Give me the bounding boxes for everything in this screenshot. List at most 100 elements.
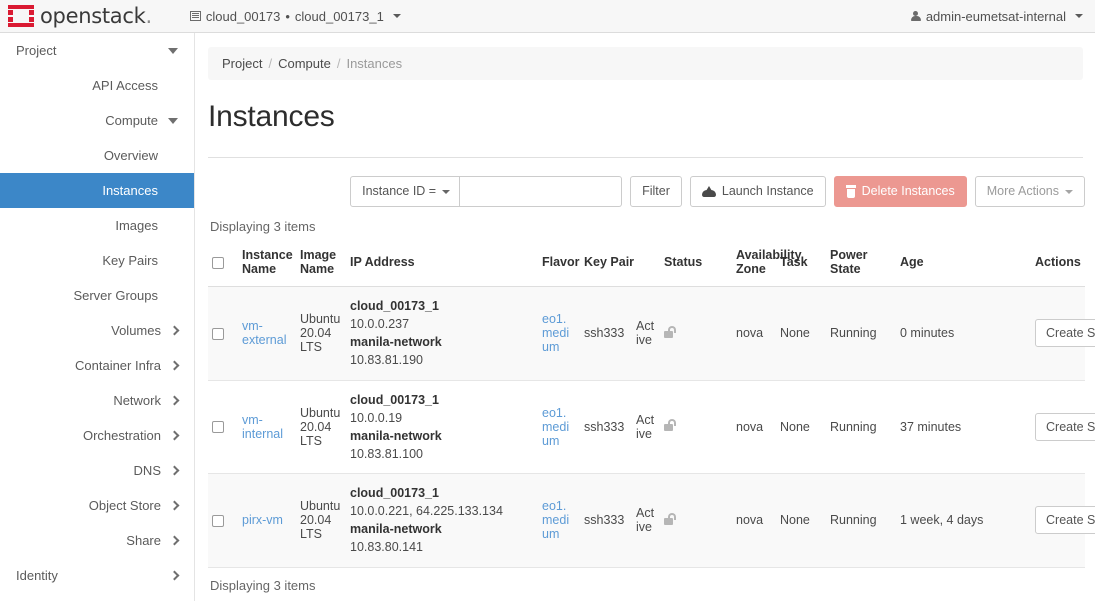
- flavor-link[interactable]: eo1.medium: [542, 312, 569, 354]
- ip-address-1: 10.0.0.19: [350, 410, 403, 425]
- header-ip-address[interactable]: IP Address: [346, 240, 538, 287]
- chevron-down-icon: [168, 47, 178, 54]
- sidebar-item-share[interactable]: Share: [0, 523, 194, 558]
- row-checkbox[interactable]: [212, 421, 224, 434]
- sidebar-item-identity[interactable]: Identity: [0, 558, 194, 593]
- brand-label: openstack: [40, 4, 146, 28]
- cloud-upload-icon: [701, 186, 716, 197]
- select-all-header: [208, 240, 238, 287]
- sidebar-item-images[interactable]: Images: [0, 208, 194, 243]
- action-button-group: Create Snapshot: [1035, 319, 1095, 348]
- item-count-top: Displaying 3 items: [210, 219, 316, 234]
- header-actions: Actions: [1031, 240, 1085, 287]
- row-select-cell: [208, 286, 238, 381]
- instance-name-link[interactable]: pirx-vm: [242, 513, 283, 527]
- ip-network-1: cloud_00173_1: [350, 486, 439, 500]
- filter-button[interactable]: Filter: [630, 176, 682, 207]
- breadcrumb-item-project[interactable]: Project: [222, 56, 262, 71]
- instance-name-link[interactable]: vm-external: [242, 319, 286, 347]
- flavor-link[interactable]: eo1.medium: [542, 406, 569, 448]
- flavor-link[interactable]: eo1.medium: [542, 499, 569, 541]
- sidebar-item-overview[interactable]: Overview: [0, 138, 194, 173]
- project-context-switcher[interactable]: cloud_00173 • cloud_00173_1: [189, 8, 401, 24]
- sidebar-item-network[interactable]: Network: [0, 383, 194, 418]
- user-icon: [910, 10, 921, 23]
- context-project-label: cloud_00173: [205, 8, 281, 24]
- header-age[interactable]: Age: [896, 240, 1031, 287]
- sidebar-item-project[interactable]: Project: [0, 33, 194, 68]
- cell-ip-address: cloud_00173_1 10.0.0.19 manila-network 10.8…: [346, 380, 538, 474]
- breadcrumb-separator: /: [336, 56, 341, 71]
- create-snapshot-button[interactable]: Create Snapshot: [1035, 319, 1095, 348]
- brand-suffix: .: [145, 4, 152, 28]
- sidebar-item-object-store[interactable]: Object Store: [0, 488, 194, 523]
- user-name-label: admin-eumetsat-internal: [925, 8, 1066, 24]
- unlock-icon: [664, 512, 677, 525]
- table-toolbar: Instance ID = Filter Launch Instance Del…: [208, 176, 1085, 207]
- filter-field-label: Instance ID =: [362, 184, 437, 199]
- more-actions-label: More Actions: [986, 184, 1059, 199]
- row-checkbox[interactable]: [212, 514, 224, 527]
- delete-instances-button[interactable]: Delete Instances: [833, 176, 967, 207]
- instance-name-link[interactable]: vm-internal: [242, 413, 283, 441]
- chevron-right-icon: [169, 465, 180, 476]
- create-snapshot-button[interactable]: Create Snapshot: [1035, 412, 1095, 441]
- ip-network-2: manila-network: [350, 335, 442, 350]
- header-image-name[interactable]: Image Name: [296, 240, 346, 287]
- table-row: vm-internal Ubuntu 20.04 LTS cloud_00173_1…: [208, 380, 1095, 474]
- sidebar-item-orchestration[interactable]: Orchestration: [0, 418, 194, 453]
- sidebar-item-label: API Access: [92, 78, 158, 93]
- header-task[interactable]: Task: [776, 240, 826, 287]
- cell-age: 1 week, 4 days: [896, 473, 1031, 568]
- user-menu[interactable]: admin-eumetsat-internal: [910, 8, 1095, 24]
- cell-actions: Create Snapshot: [1031, 380, 1095, 474]
- row-checkbox[interactable]: [212, 327, 224, 340]
- row-select-cell: [208, 380, 238, 474]
- ip-network-2: manila-network: [350, 428, 442, 443]
- sidebar-item-compute[interactable]: Compute: [0, 103, 194, 138]
- sidebar-item-server-groups[interactable]: Server Groups: [0, 278, 194, 313]
- header-availability-zone[interactable]: Availability Zone: [732, 240, 802, 287]
- sidebar-item-dns[interactable]: DNS: [0, 453, 194, 488]
- filter-field-select[interactable]: Instance ID =: [350, 176, 461, 207]
- cell-lock-state: [660, 286, 732, 381]
- sidebar-item-instances[interactable]: Instances: [0, 173, 194, 208]
- cell-availability-zone: nova: [732, 380, 776, 474]
- sidebar-item-api-access[interactable]: API Access: [0, 68, 194, 103]
- chevron-down-icon: [1065, 189, 1073, 194]
- context-separator: •: [285, 8, 290, 24]
- cell-task: None: [776, 286, 826, 381]
- brand-logo-area[interactable]: openstack.: [0, 4, 152, 28]
- top-navbar: openstack. cloud_00173 • cloud_00173_1 a…: [0, 0, 1095, 33]
- header-instance-name[interactable]: Instance Name: [238, 240, 296, 287]
- sidebar-item-label: Network: [113, 393, 161, 408]
- sidebar-item-container-infra[interactable]: Container Infra: [0, 348, 194, 383]
- cell-age: 37 minutes: [896, 380, 1031, 474]
- header-power-state[interactable]: Power State: [826, 240, 896, 287]
- unlock-icon: [664, 325, 677, 338]
- ip-address-2: 10.83.81.190: [350, 353, 423, 368]
- select-all-checkbox[interactable]: [212, 256, 224, 269]
- cell-actions: Create Snapshot: [1031, 286, 1095, 381]
- create-snapshot-button[interactable]: Create Snapshot: [1035, 506, 1095, 535]
- more-actions-button[interactable]: More Actions: [974, 176, 1085, 207]
- cell-task: None: [776, 473, 826, 568]
- ip-network-1: cloud_00173_1: [350, 392, 439, 407]
- context-sub-label: cloud_00173_1: [294, 8, 384, 24]
- header-flavor[interactable]: Flavor: [538, 240, 580, 287]
- launch-instance-button[interactable]: Launch Instance: [689, 176, 826, 207]
- breadcrumb-item-compute[interactable]: Compute: [278, 56, 331, 71]
- table-header-row: Instance Name Image Name IP Address Flav…: [208, 240, 1085, 287]
- cell-task: None: [776, 380, 826, 474]
- sidebar-item-volumes[interactable]: Volumes: [0, 313, 194, 348]
- row-select-cell: [208, 473, 238, 568]
- cell-image-name: Ubuntu 20.04 LTS: [296, 380, 346, 474]
- sidebar-item-label: Overview: [103, 148, 158, 163]
- cell-ip-address: cloud_00173_1 10.0.0.237 manila-network 10.…: [346, 286, 538, 381]
- filter-input[interactable]: [460, 176, 623, 207]
- sidebar-item-key-pairs[interactable]: Key Pairs: [0, 243, 194, 278]
- sidebar-item-label: Project: [16, 43, 57, 58]
- header-key-pair[interactable]: Key Pair: [580, 240, 660, 287]
- sidebar-item-label: Identity: [16, 568, 58, 583]
- header-status[interactable]: Status: [660, 240, 732, 287]
